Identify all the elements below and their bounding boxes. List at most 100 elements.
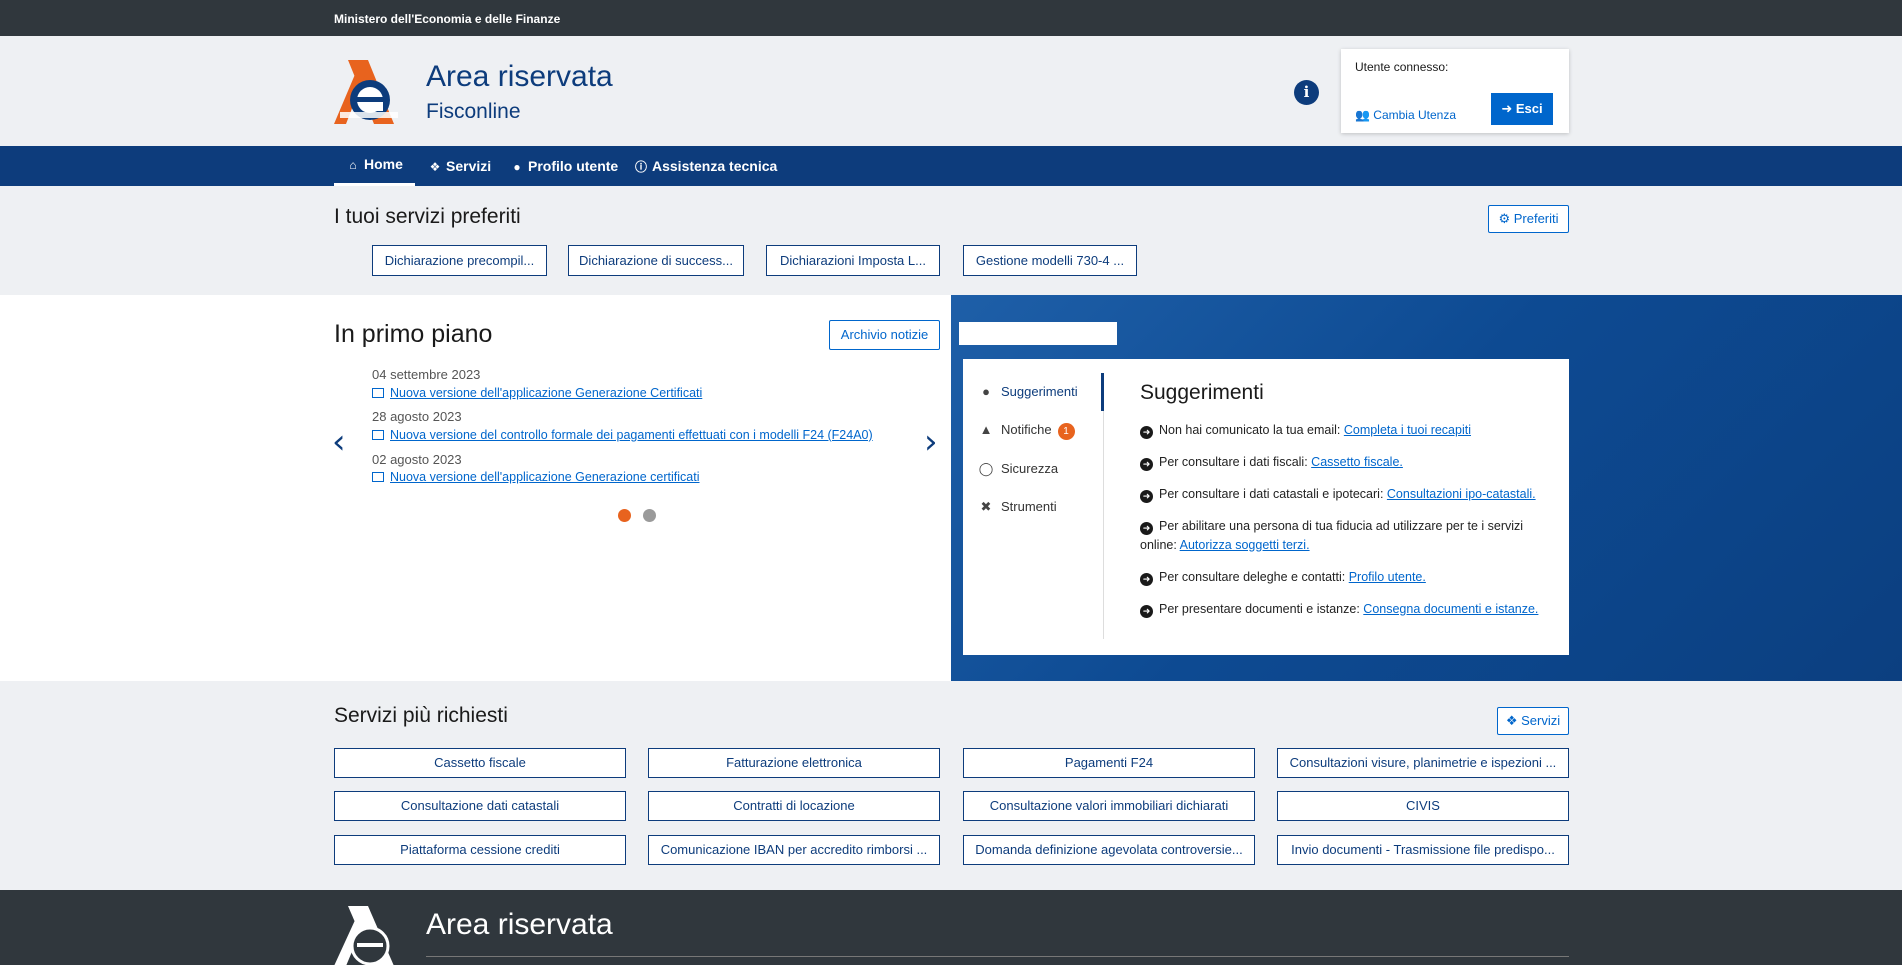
suggestion-row: ➜ Per consultare deleghe e contatti: Prof…	[1140, 568, 1550, 587]
user-icon: ●	[513, 160, 521, 174]
connected-user-label: Utente connesso:	[1355, 60, 1449, 74]
suggestion-row: ➜ Non hai comunicato la tua email: Comple…	[1140, 421, 1550, 440]
agenzia-logo-icon[interactable]	[334, 60, 404, 124]
suggestion-row: ➜ Per consultare i dati fiscali: Cassetto…	[1140, 453, 1550, 472]
footer-divider	[426, 956, 1569, 957]
carousel-dot[interactable]	[643, 509, 656, 522]
suggestion-link[interactable]: Cassetto fiscale.	[1311, 455, 1403, 469]
tab-label: Notifiche	[1001, 422, 1052, 437]
panel-strip	[959, 322, 1117, 345]
users-icon: 👥	[1355, 108, 1370, 122]
cubes-icon: ❖	[1505, 713, 1518, 728]
service-item[interactable]: Invio documenti - Trasmissione file pred…	[1277, 835, 1569, 865]
news-link-text: Nuova versione dell'applicazione Generaz…	[390, 470, 700, 484]
suggestion-link[interactable]: Autorizza soggetti terzi.	[1180, 538, 1310, 552]
servizi-button[interactable]: ❖ Servizi	[1497, 707, 1569, 735]
favorite-item[interactable]: Dichiarazioni Imposta L...	[766, 245, 940, 276]
tab-label: Strumenti	[1001, 499, 1057, 514]
suggestion-link[interactable]: Completa i tuoi recapiti	[1344, 423, 1471, 437]
suggestions-title: Suggerimenti	[1140, 381, 1264, 404]
suggestion-text: Per consultare i dati catastali e ipotec…	[1159, 487, 1384, 501]
arrow-circle-icon: ➜	[1140, 573, 1153, 586]
shield-icon: ◯	[978, 461, 994, 476]
suggestion-link[interactable]: Consegna documenti e istanze.	[1363, 602, 1538, 616]
arrow-circle-icon: ➜	[1140, 458, 1153, 471]
ministry-name[interactable]: Ministero dell'Economia e delle Finanze	[334, 12, 560, 26]
nav-profilo[interactable]: ● Profilo utente	[498, 146, 630, 186]
suggestion-text: Per consultare deleghe e contatti:	[1159, 570, 1346, 584]
service-item[interactable]: Cassetto fiscale	[334, 748, 626, 778]
nav-home[interactable]: ⌂ Home	[334, 146, 415, 186]
external-window-icon	[372, 430, 384, 440]
logout-button[interactable]: ➜ Esci	[1491, 93, 1553, 125]
logout-icon: ➜	[1501, 101, 1513, 116]
suggestion-link[interactable]: Profilo utente.	[1349, 570, 1426, 584]
service-item[interactable]: Pagamenti F24	[963, 748, 1255, 778]
info-icon[interactable]: i	[1294, 80, 1319, 105]
lightbulb-icon: ●	[982, 384, 990, 399]
footer	[0, 890, 1902, 965]
archive-button[interactable]: Archivio notizie	[829, 320, 940, 350]
nav-servizi-label: Servizi	[446, 158, 492, 174]
carousel-next-icon[interactable]: ›	[924, 422, 938, 462]
top-bar: Ministero dell'Economia e delle Finanze	[0, 0, 1902, 36]
carousel-prev-icon[interactable]: ‹	[332, 422, 346, 462]
servizi-label: Servizi	[1521, 713, 1561, 728]
suggestion-link[interactable]: Consultazioni ipo-catastali.	[1387, 487, 1536, 501]
tab-sicurezza[interactable]: ◯ Sicurezza	[977, 461, 1058, 477]
tab-notifiche[interactable]: ▲ Notifiche 1	[977, 422, 1075, 440]
nav-servizi[interactable]: ❖ Servizi	[416, 146, 503, 186]
external-window-icon	[372, 472, 384, 482]
news-link[interactable]: Nuova versione dell'applicazione Generaz…	[372, 386, 702, 400]
favorite-item[interactable]: Gestione modelli 730-4 ...	[963, 245, 1137, 276]
news-link[interactable]: Nuova versione dell'applicazione Generaz…	[372, 470, 700, 484]
tab-divider	[1103, 373, 1104, 639]
suggestion-row: ➜ Per abilitare una persona di tua fiduci…	[1140, 517, 1550, 555]
service-item[interactable]: Fatturazione elettronica	[648, 748, 940, 778]
main-nav: ⌂ Home ❖ Servizi ● Profilo utente ⓘ Assisten…	[0, 146, 1902, 186]
news-date: 02 agosto 2023	[372, 452, 462, 467]
news-title: In primo piano	[334, 320, 493, 348]
arrow-circle-icon: ➜	[1140, 490, 1153, 503]
nav-assistenza[interactable]: ⓘ Assistenza tecnica	[622, 146, 789, 186]
suggestion-text: Per presentare documenti e istanze:	[1159, 602, 1360, 616]
favorite-item[interactable]: Dichiarazione di success...	[568, 245, 744, 276]
service-item[interactable]: Consultazione dati catastali	[334, 791, 626, 821]
change-user-link[interactable]: 👥 Cambia Utenza	[1355, 108, 1456, 122]
arrow-circle-icon: ➜	[1140, 522, 1153, 535]
preferiti-button[interactable]: ⚙ Preferiti	[1488, 205, 1569, 233]
logout-label: Esci	[1515, 101, 1543, 116]
preferiti-label: Preferiti	[1513, 211, 1559, 226]
news-date: 28 agosto 2023	[372, 409, 462, 424]
service-item[interactable]: CIVIS	[1277, 791, 1569, 821]
news-date: 04 settembre 2023	[372, 367, 481, 382]
brand-subtitle: Fisconline	[426, 100, 521, 123]
carousel-dot-active[interactable]	[618, 509, 631, 522]
nav-home-label: Home	[364, 156, 403, 172]
favorite-item[interactable]: Dichiarazione precompil...	[372, 245, 547, 276]
service-item[interactable]: Domanda definizione agevolata controvers…	[963, 835, 1255, 865]
tab-suggerimenti[interactable]: ● Suggerimenti	[977, 384, 1078, 399]
header: Area riservata Fisconline i Utente conne…	[0, 36, 1902, 146]
service-item[interactable]: Consultazione valori immobiliari dichiar…	[963, 791, 1255, 821]
footer-title: Area riservata	[426, 908, 613, 941]
external-window-icon	[372, 388, 384, 398]
tab-strumenti[interactable]: ✖ Strumenti	[977, 499, 1057, 515]
bell-icon: ▲	[979, 422, 993, 437]
service-item[interactable]: Comunicazione IBAN per accredito rimbors…	[648, 835, 940, 865]
notification-badge: 1	[1057, 423, 1075, 440]
arrow-circle-icon: ➜	[1140, 426, 1153, 439]
gear-icon: ⚙	[1498, 211, 1511, 226]
service-item[interactable]: Piattaforma cessione crediti	[334, 835, 626, 865]
tab-active-indicator	[1101, 373, 1104, 411]
home-icon: ⌂	[349, 158, 357, 172]
service-item[interactable]: Consultazioni visure, planimetrie e ispe…	[1277, 748, 1569, 778]
service-item[interactable]: Contratti di locazione	[648, 791, 940, 821]
cubes-icon: ❖	[429, 160, 441, 174]
tab-label: Suggerimenti	[1001, 384, 1078, 399]
news-link[interactable]: Nuova versione del controllo formale dei…	[372, 428, 873, 442]
tools-icon: ✖	[980, 499, 992, 514]
tab-label: Sicurezza	[1001, 461, 1059, 476]
nav-assistenza-label: Assistenza tecnica	[652, 158, 778, 174]
arrow-circle-icon: ➜	[1140, 605, 1153, 618]
